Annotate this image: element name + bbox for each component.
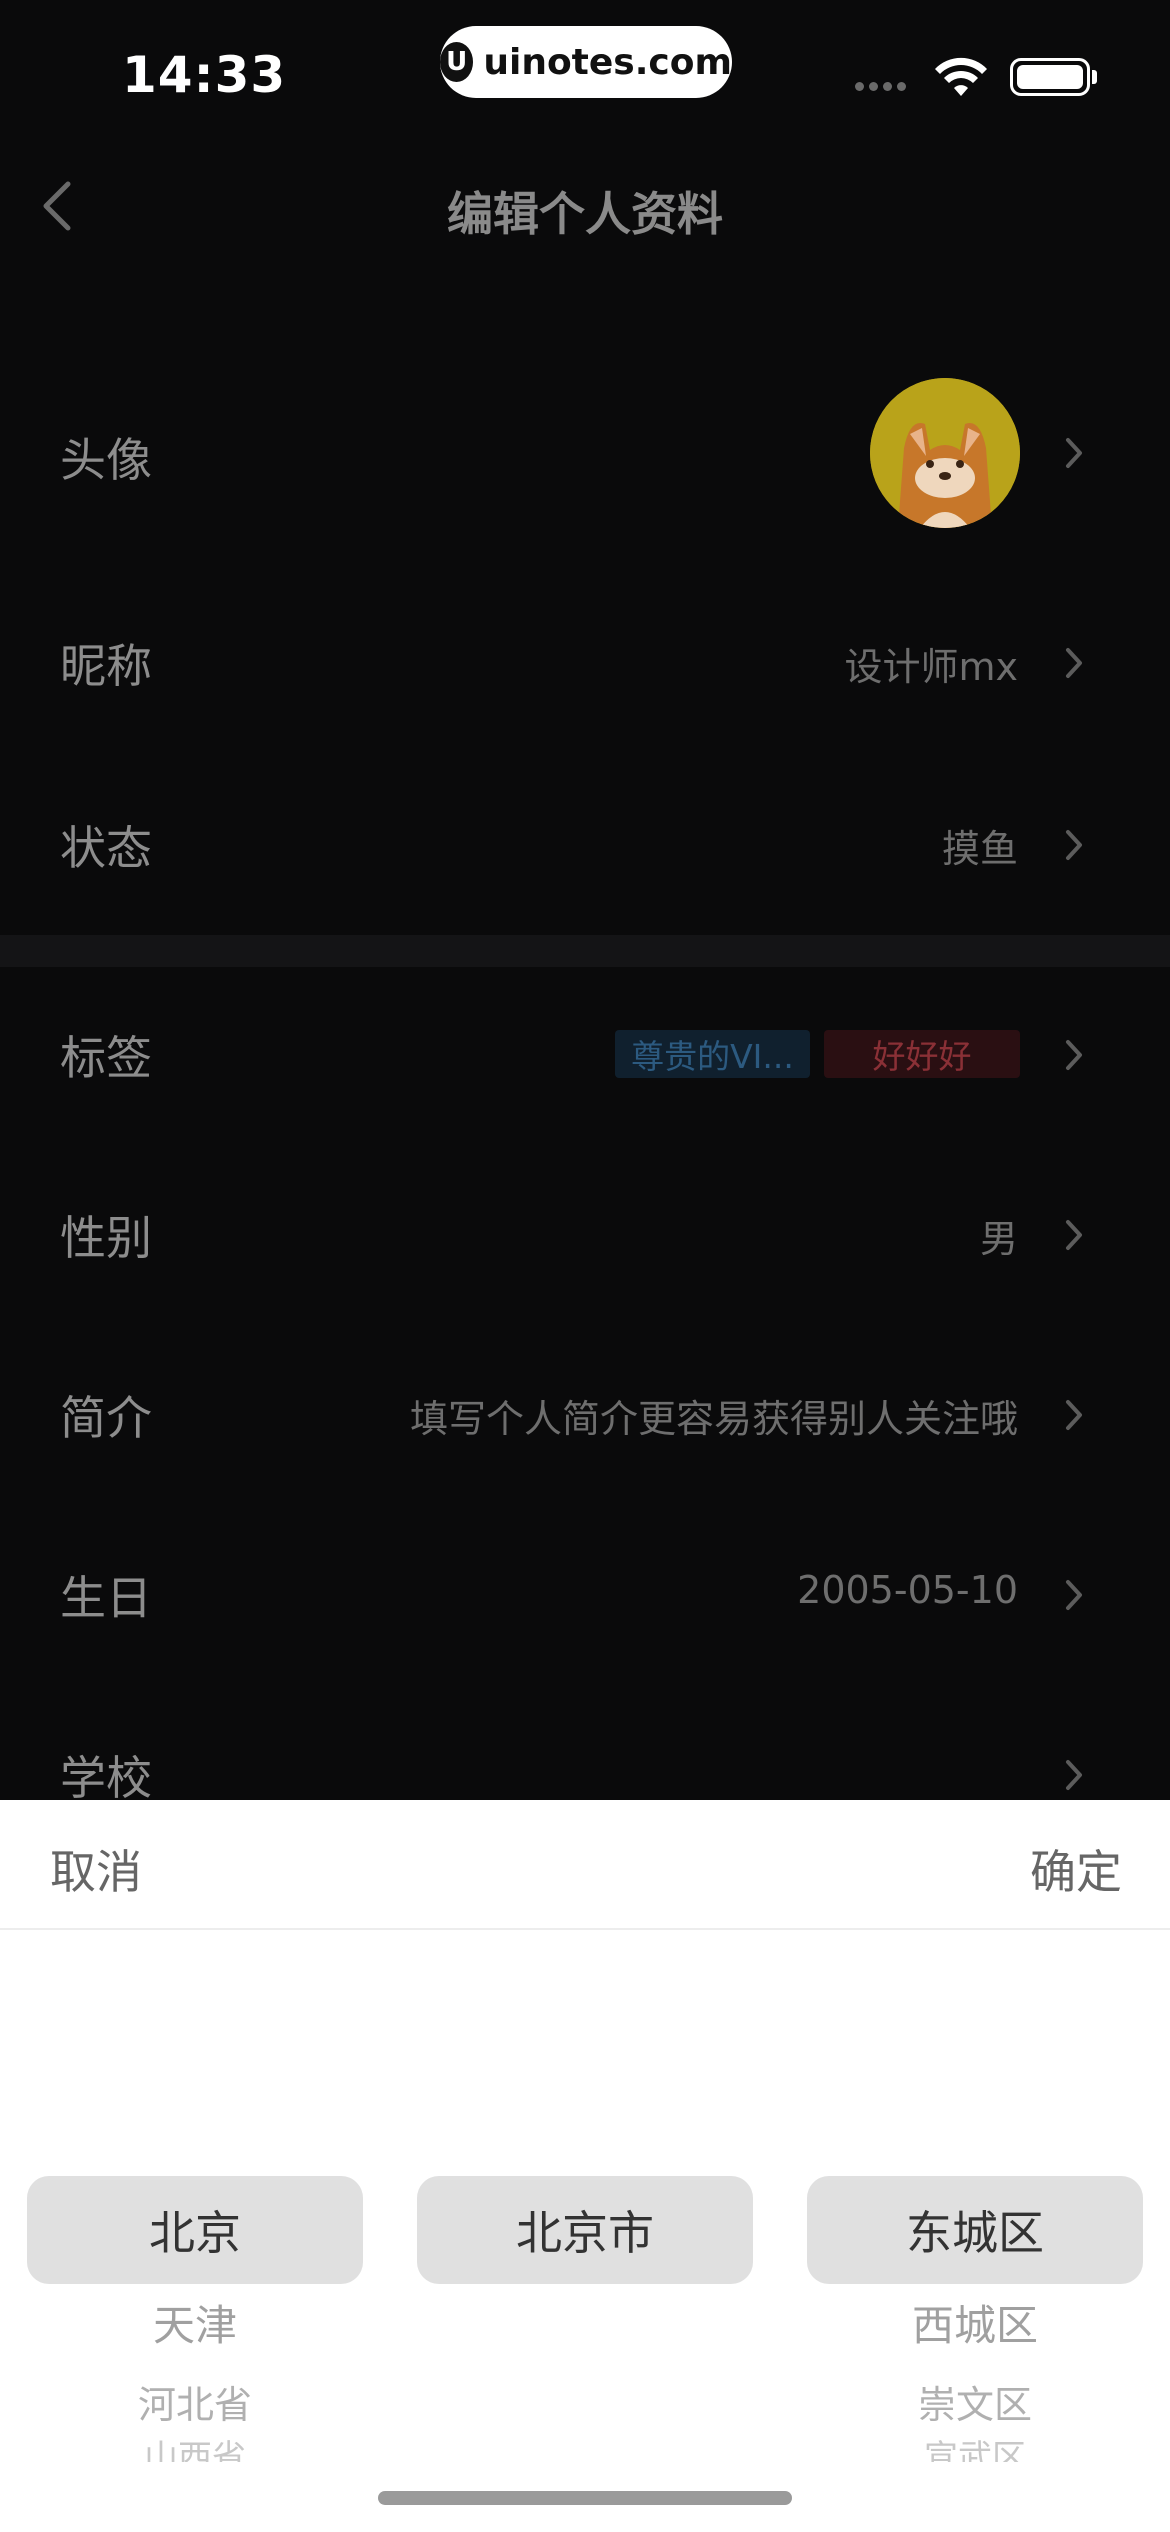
chevron-right-icon bbox=[1066, 1220, 1082, 1250]
picker-item[interactable]: 宣武区 bbox=[807, 2438, 1143, 2462]
home-indicator bbox=[378, 2491, 792, 2505]
status-bar: 14:33 U uinotes.com bbox=[0, 0, 1170, 130]
picker-item[interactable]: 崇文区 bbox=[807, 2374, 1143, 2429]
page-title: 编辑个人资料 bbox=[447, 187, 723, 241]
picker-item[interactable]: 河北省 bbox=[27, 2374, 363, 2429]
chevron-right-icon bbox=[1066, 438, 1082, 468]
school-row[interactable]: 学校 bbox=[0, 1748, 1170, 1800]
picker-selected-item[interactable]: 北京市 bbox=[417, 2176, 753, 2284]
row-label: 简介 bbox=[60, 1391, 152, 1445]
cancel-button[interactable]: 取消 bbox=[50, 1836, 142, 1902]
picker-selected-item[interactable]: 北京 bbox=[27, 2176, 363, 2284]
chevron-right-icon bbox=[1066, 648, 1082, 678]
status-row[interactable]: 状态 摸鱼 bbox=[0, 812, 1170, 882]
row-label: 标签 bbox=[60, 1031, 152, 1085]
tag-badge: 好好好 bbox=[824, 1030, 1020, 1078]
picker-item[interactable]: 西城区 bbox=[807, 2292, 1143, 2353]
row-label: 生日 bbox=[60, 1571, 152, 1625]
gender-value: 男 bbox=[979, 1217, 1018, 1261]
avatar[interactable] bbox=[870, 378, 1020, 528]
picker-item[interactable]: 山西省 bbox=[27, 2438, 363, 2462]
chevron-right-icon bbox=[1066, 1580, 1082, 1610]
bio-row[interactable]: 简介 填写个人简介更容易获得别人关注哦 bbox=[0, 1382, 1170, 1452]
battery-icon bbox=[1010, 58, 1090, 96]
birthday-row[interactable]: 生日 2005-05-10 bbox=[0, 1562, 1170, 1632]
birthday-value: 2005-05-10 bbox=[797, 1568, 1018, 1612]
row-label: 性别 bbox=[60, 1211, 152, 1265]
nickname-row[interactable]: 昵称 设计师mx bbox=[0, 630, 1170, 700]
bio-placeholder: 填写个人简介更容易获得别人关注哦 bbox=[409, 1397, 1018, 1441]
brand-pill: U uinotes.com bbox=[440, 26, 732, 98]
picker-selected-item[interactable]: 东城区 bbox=[807, 2176, 1143, 2284]
nickname-value: 设计师mx bbox=[844, 645, 1018, 689]
chevron-right-icon bbox=[1066, 1400, 1082, 1430]
brand-text: uinotes.com bbox=[483, 41, 732, 83]
chevron-right-icon bbox=[1066, 1760, 1082, 1790]
region-picker-sheet: 取消 确定 北京 天津 河北省 山西省 北京市 东城区 西城区 崇文区 宣武区 bbox=[0, 1800, 1170, 2532]
brand-logo: U bbox=[440, 42, 474, 82]
section-divider bbox=[0, 935, 1170, 967]
picker-header: 取消 确定 bbox=[0, 1800, 1170, 1930]
cellular-signal-icon bbox=[855, 82, 906, 91]
status-value: 摸鱼 bbox=[941, 827, 1018, 871]
row-label: 学校 bbox=[60, 1751, 152, 1800]
chevron-right-icon bbox=[1066, 830, 1082, 860]
wifi-icon bbox=[935, 57, 987, 96]
battery-tip bbox=[1092, 70, 1097, 84]
gender-row[interactable]: 性别 男 bbox=[0, 1202, 1170, 1272]
picker-item[interactable]: 天津 bbox=[27, 2292, 363, 2353]
confirm-button[interactable]: 确定 bbox=[1030, 1836, 1122, 1902]
row-label: 头像 bbox=[60, 433, 152, 487]
corgi-avatar-image bbox=[870, 378, 1020, 528]
row-label: 状态 bbox=[60, 821, 152, 875]
chevron-right-icon bbox=[1066, 1040, 1082, 1070]
tag-badge: 尊贵的VI... bbox=[615, 1030, 810, 1078]
status-time: 14:33 bbox=[122, 46, 287, 104]
row-label: 昵称 bbox=[60, 639, 152, 693]
